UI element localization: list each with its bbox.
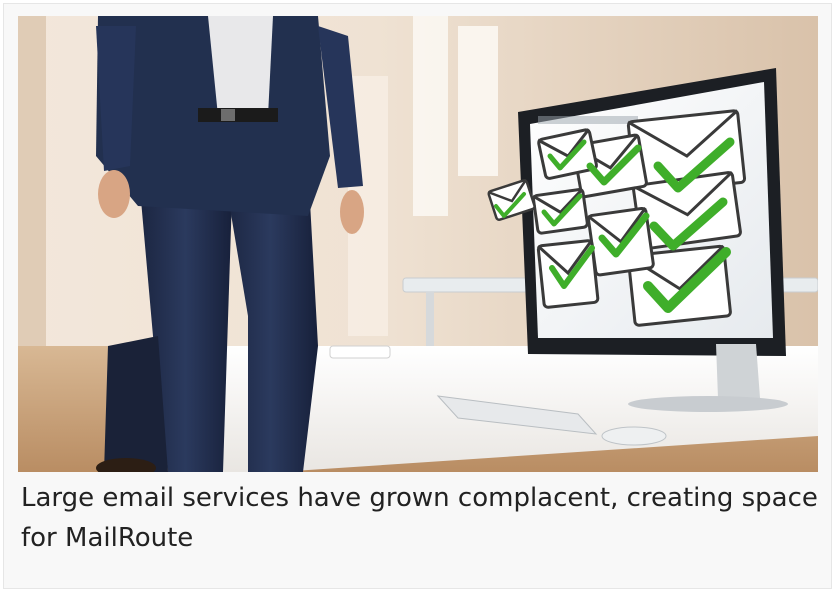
hero-illustration <box>18 16 818 472</box>
article-image-card: Large email services have grown complace… <box>3 3 832 589</box>
image-caption: Large email services have grown complace… <box>21 483 818 553</box>
hero-image <box>18 16 818 472</box>
mouse <box>601 426 667 446</box>
